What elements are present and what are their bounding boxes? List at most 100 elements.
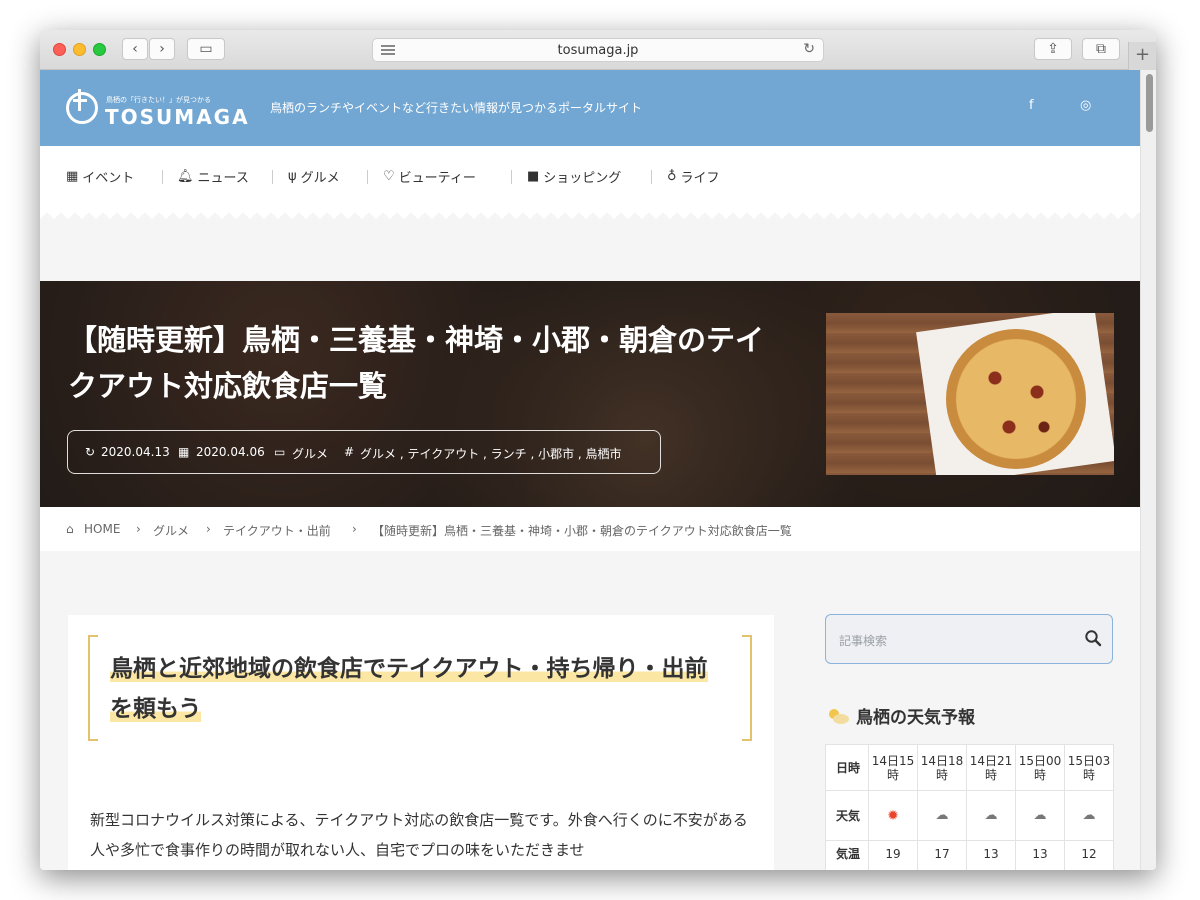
close-button[interactable]	[53, 43, 66, 56]
chevron-right-icon: ›	[352, 522, 357, 536]
sun-cloud-icon	[829, 708, 849, 724]
nav-label: ビューティー	[398, 171, 476, 186]
weather-time: 14日15時	[868, 744, 918, 791]
weather-heading: 鳥栖の天気予報	[826, 703, 975, 728]
hero-banner: 【随時更新】鳥栖・三養基・神埼・小郡・朝倉のテイクアウト対応飲食店一覧 ↻ 20…	[40, 281, 1140, 507]
facebook-icon[interactable]: f	[1029, 98, 1034, 113]
weather-temp: 13	[1015, 840, 1065, 870]
minimize-button[interactable]	[73, 43, 86, 56]
nav-item-news[interactable]: 🔔︎ ニュース	[177, 167, 249, 186]
article-heading-text: 鳥栖と近郊地域の飲食店でテイクアウト・持ち帰り・出前を頼もう	[110, 656, 708, 722]
cloudy-icon: ☁	[1082, 808, 1096, 823]
weather-time: 15日03時	[1064, 744, 1114, 791]
weather-cell: ☁	[917, 790, 967, 841]
logo-icon[interactable]	[66, 89, 98, 124]
nav-item-beauty[interactable]: ♡ ビューティー	[383, 167, 476, 186]
weather-cell: ✹	[868, 790, 918, 841]
cloudy-icon: ☁	[984, 808, 998, 823]
nav-divider	[511, 170, 512, 184]
forward-button[interactable]: ›	[149, 38, 175, 60]
weather-row-label: 天気	[825, 790, 869, 841]
nav-divider	[162, 170, 163, 184]
breadcrumb-takeout[interactable]: テイクアウト・出前	[223, 522, 331, 539]
scroll-thumb[interactable]	[1146, 74, 1153, 132]
article-heading: 鳥栖と近郊地域の飲食店でテイクアウト・持ち帰り・出前を頼もう	[110, 649, 730, 729]
sidebar-toggle-button[interactable]: ▭	[187, 38, 225, 60]
fork-icon: ψ	[288, 169, 297, 184]
chevron-right-icon: ›	[206, 522, 211, 536]
nav-item-shopping[interactable]: ■ ショッピング	[527, 167, 621, 186]
back-button[interactable]: ‹	[122, 38, 148, 60]
article-paragraph: 新型コロナウイルス対策による、テイクアウト対応の飲食店一覧です。外食へ行くのに不…	[90, 811, 748, 859]
zoom-button[interactable]	[93, 43, 106, 56]
nav-zigzag-border	[40, 210, 1140, 222]
weather-temp: 19	[868, 840, 918, 870]
search-placeholder: 記事検索	[839, 634, 888, 648]
address-bar[interactable]: tosumaga.jp ↻	[372, 38, 824, 62]
weather-time: 14日18時	[917, 744, 967, 791]
post-meta: ↻ 2020.04.13 ▦ 2020.04.06 ▭ グルメ # グルメ , …	[67, 430, 661, 474]
nav-label: ライフ	[680, 171, 720, 186]
breadcrumb: ⌂ HOME › グルメ › テイクアウト・出前 › 【随時更新】鳥栖・三養基・…	[40, 507, 1140, 551]
weather-time: 14日21時	[966, 744, 1016, 791]
nav-label: ショッピング	[543, 171, 622, 186]
logo-text[interactable]: TOSUMAGA	[105, 105, 250, 129]
tabs-button[interactable]: ⧉	[1082, 38, 1120, 60]
folder-icon: ▭	[274, 445, 286, 459]
hero-thumbnail	[826, 313, 1114, 475]
pizza-image	[946, 329, 1086, 469]
search-icon[interactable]	[1084, 629, 1102, 647]
bell-icon: 🔔︎	[177, 169, 194, 184]
search-input[interactable]: 記事検索	[825, 614, 1113, 664]
bag-icon: ■	[527, 169, 540, 184]
logo-tagline: 鳥栖の「行きたい！」が見つかる	[106, 96, 211, 104]
calendar-icon: ▦	[66, 169, 79, 184]
published-date: 2020.04.06	[196, 445, 265, 459]
article-body: 鳥栖と近郊地域の飲食店でテイクアウト・持ち帰り・出前を頼もう 新型コロナウイルス…	[68, 615, 774, 870]
site-tagline: 鳥栖のランチやイベントなど行きたい情報が見つかるポータルサイト	[270, 101, 643, 115]
nav-item-event[interactable]: ▦ イベント	[66, 167, 134, 186]
weather-cell: ☁	[1015, 790, 1065, 841]
nav-divider	[272, 170, 273, 184]
page-title: 【随時更新】鳥栖・三養基・神埼・小郡・朝倉のテイクアウト対応飲食店一覧	[68, 323, 765, 403]
share-button[interactable]: ⇪	[1034, 38, 1072, 60]
weather-cell: ☁	[966, 790, 1016, 841]
cloudy-icon: ☁	[1033, 808, 1047, 823]
nav-divider	[367, 170, 368, 184]
updated-icon: ↻	[85, 445, 96, 459]
nav-item-gourmet[interactable]: ψ グルメ	[288, 167, 340, 186]
post-tags[interactable]: グルメ , テイクアウト , ランチ , 小郡市 , 鳥栖市	[360, 445, 622, 462]
nav-divider	[651, 170, 652, 184]
breadcrumb-gourmet[interactable]: グルメ	[153, 522, 189, 539]
browser-window: ‹ › ▭ tosumaga.jp ↻ ⇪ ⧉ + 鳥栖の「行きたい！」が見つか…	[40, 30, 1156, 870]
weather-temp: 12	[1064, 840, 1114, 870]
new-tab-button[interactable]: +	[1128, 42, 1156, 70]
weather-time: 15日00時	[1015, 744, 1065, 791]
heading-bracket-right	[742, 635, 752, 741]
url-text: tosumaga.jp	[557, 43, 639, 58]
browser-titlebar: ‹ › ▭ tosumaga.jp ↻ ⇪ ⧉ +	[40, 30, 1156, 70]
breadcrumb-home[interactable]: HOME	[84, 522, 120, 536]
post-category[interactable]: グルメ	[292, 445, 328, 462]
heart-icon: ♡	[383, 169, 395, 184]
updated-date: 2020.04.13	[101, 445, 170, 459]
weather-temp: 13	[966, 840, 1016, 870]
article-heading-box: 鳥栖と近郊地域の飲食店でテイクアウト・持ち帰り・出前を頼もう	[88, 635, 752, 741]
main-nav: ▦ イベント 🔔︎ ニュース ψ グルメ ♡ ビューティー ■ ショッピング ♁…	[40, 146, 1140, 210]
nav-label: イベント	[82, 171, 135, 186]
site-header: 鳥栖の「行きたい！」が見つかる TOSUMAGA 鳥栖のランチやイベントなど行き…	[40, 70, 1140, 146]
cloudy-icon: ☁	[935, 808, 949, 823]
instagram-icon[interactable]: ◎	[1080, 98, 1091, 113]
calendar-icon: ▦	[178, 445, 190, 459]
hash-icon: #	[344, 445, 355, 459]
weather-row-label: 気温	[825, 840, 869, 870]
page-viewport: 鳥栖の「行きたい！」が見つかる TOSUMAGA 鳥栖のランチやイベントなど行き…	[40, 70, 1140, 870]
page-scrollbar[interactable]	[1140, 70, 1156, 870]
reload-icon[interactable]: ↻	[803, 41, 815, 57]
chevron-right-icon: ›	[136, 522, 141, 536]
weather-table: 日時 14日15時 14日18時 14日21時 15日00時 15日03時 天気…	[825, 744, 1114, 870]
breadcrumb-current: 【随時更新】鳥栖・三養基・神埼・小郡・朝倉のテイクアウト対応飲食店一覧	[372, 524, 792, 538]
weather-temp: 17	[917, 840, 967, 870]
weather-title: 鳥栖の天気予報	[856, 708, 975, 728]
nav-item-life[interactable]: ♁ ライフ	[667, 167, 720, 186]
